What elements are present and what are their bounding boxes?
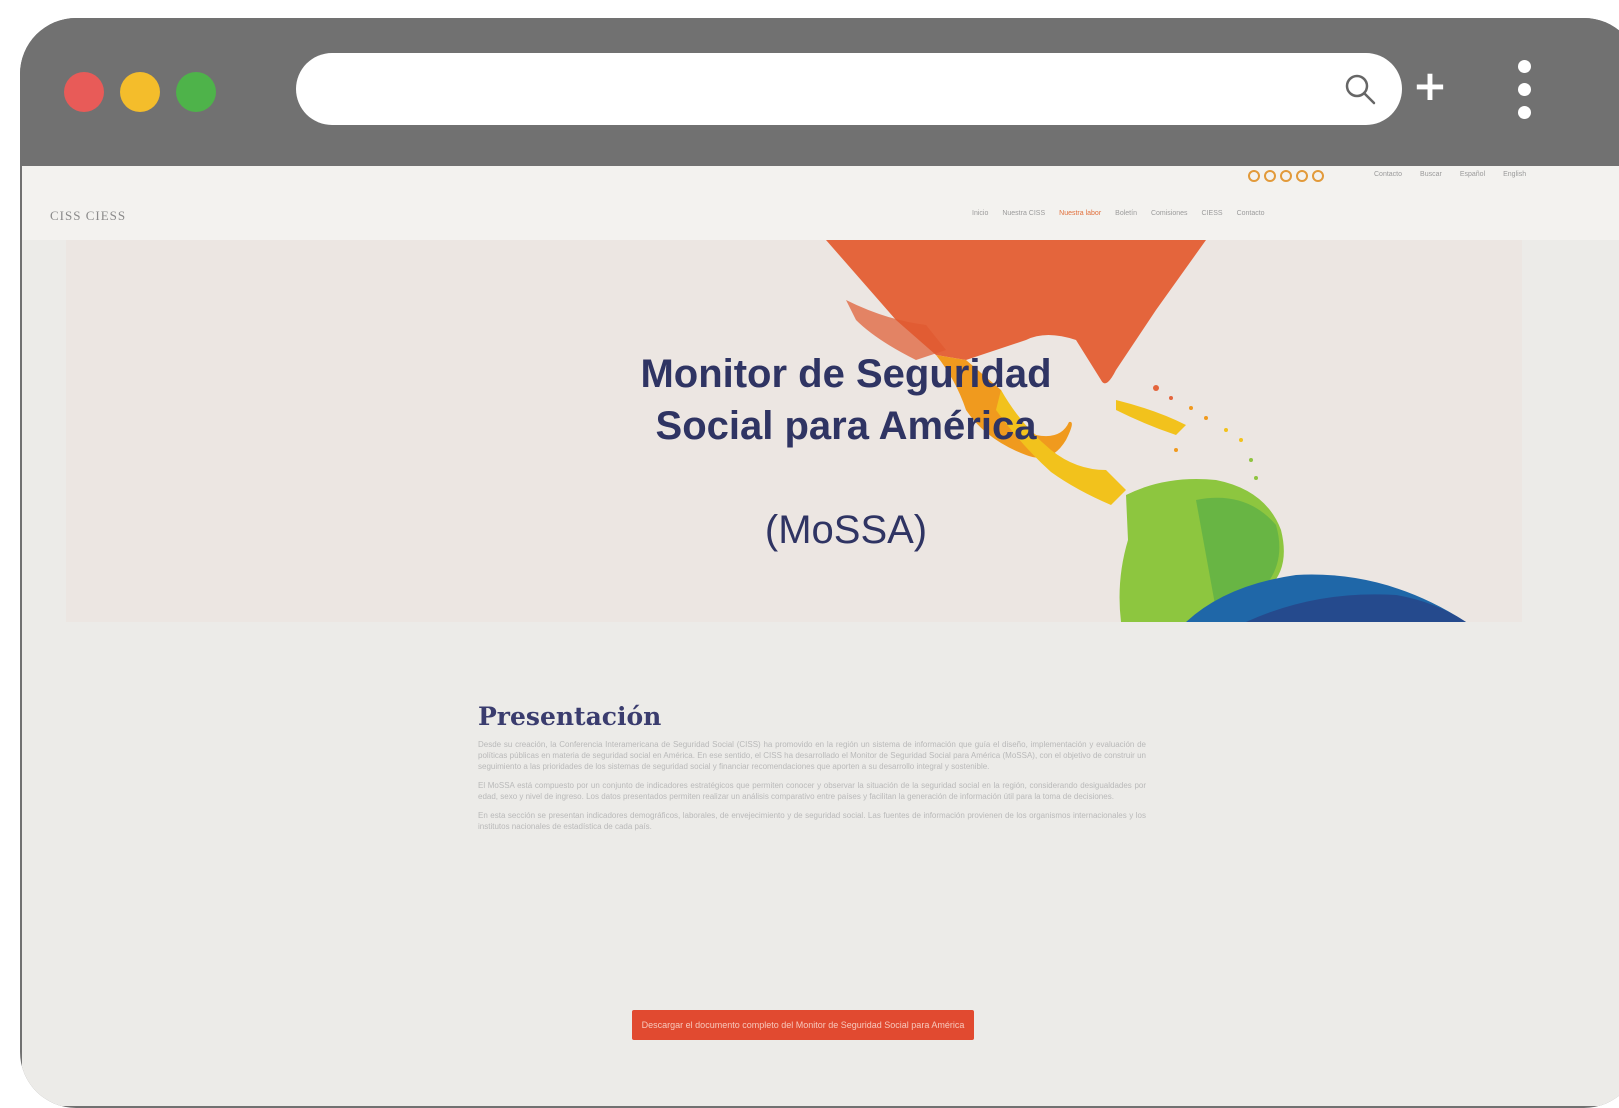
site-logo[interactable]: CISS CIESS [50, 208, 126, 224]
top-link[interactable]: Contacto [1374, 171, 1402, 178]
paragraph: En esta sección se presentan indicadores… [478, 811, 1146, 831]
social-icon[interactable] [1312, 170, 1324, 182]
paragraph: El MoSSA está compuesto por un conjunto … [478, 781, 1146, 801]
maximize-window-button[interactable] [176, 72, 216, 112]
top-link[interactable]: Buscar [1420, 171, 1442, 178]
social-icon[interactable] [1296, 170, 1308, 182]
close-window-button[interactable] [64, 72, 104, 112]
minimize-window-button[interactable] [120, 72, 160, 112]
social-icon[interactable] [1280, 170, 1292, 182]
nav-item[interactable]: Inicio [972, 210, 988, 217]
kebab-menu-icon[interactable] [1512, 60, 1536, 120]
hero-title: Monitor de Seguridad Social para América [640, 352, 1052, 448]
social-icons [1248, 170, 1324, 182]
top-link[interactable]: English [1503, 171, 1526, 178]
social-icon[interactable] [1264, 170, 1276, 182]
hero-banner: Monitor de Seguridad Social para América… [66, 240, 1522, 622]
paragraph: Desde su creación, la Conferencia Intera… [478, 740, 1146, 771]
nav-item[interactable]: Nuestra CISS [1002, 210, 1045, 217]
page-viewport: Contacto Buscar Español English CISS CIE… [22, 166, 1619, 1106]
nav-item[interactable]: Comisiones [1151, 210, 1188, 217]
download-button[interactable]: Descargar el documento completo del Moni… [632, 1010, 974, 1040]
search-icon[interactable] [1342, 71, 1378, 107]
nav-item-active[interactable]: Nuestra labor [1059, 210, 1101, 217]
section-heading: Presentación [478, 702, 662, 731]
hero-subtitle: (MoSSA) [764, 508, 928, 552]
top-links: Contacto Buscar Español English [1374, 171, 1526, 178]
nav-item[interactable]: CIESS [1202, 210, 1223, 217]
main-nav: Inicio Nuestra CISS Nuestra labor Boletí… [972, 210, 1265, 217]
address-bar[interactable] [296, 53, 1402, 125]
browser-window: + Contacto Buscar Español English CISS C… [20, 18, 1619, 1108]
site-header: Contacto Buscar Español English CISS CIE… [22, 166, 1619, 240]
plus-icon[interactable]: + [1410, 65, 1450, 107]
nav-item[interactable]: Boletín [1115, 210, 1137, 217]
top-link[interactable]: Español [1460, 171, 1485, 178]
presentation-section: Presentación Desde su creación, la Confe… [478, 702, 1146, 840]
social-icon[interactable] [1248, 170, 1260, 182]
browser-titlebar: + [20, 18, 1619, 166]
nav-item[interactable]: Contacto [1237, 210, 1265, 217]
